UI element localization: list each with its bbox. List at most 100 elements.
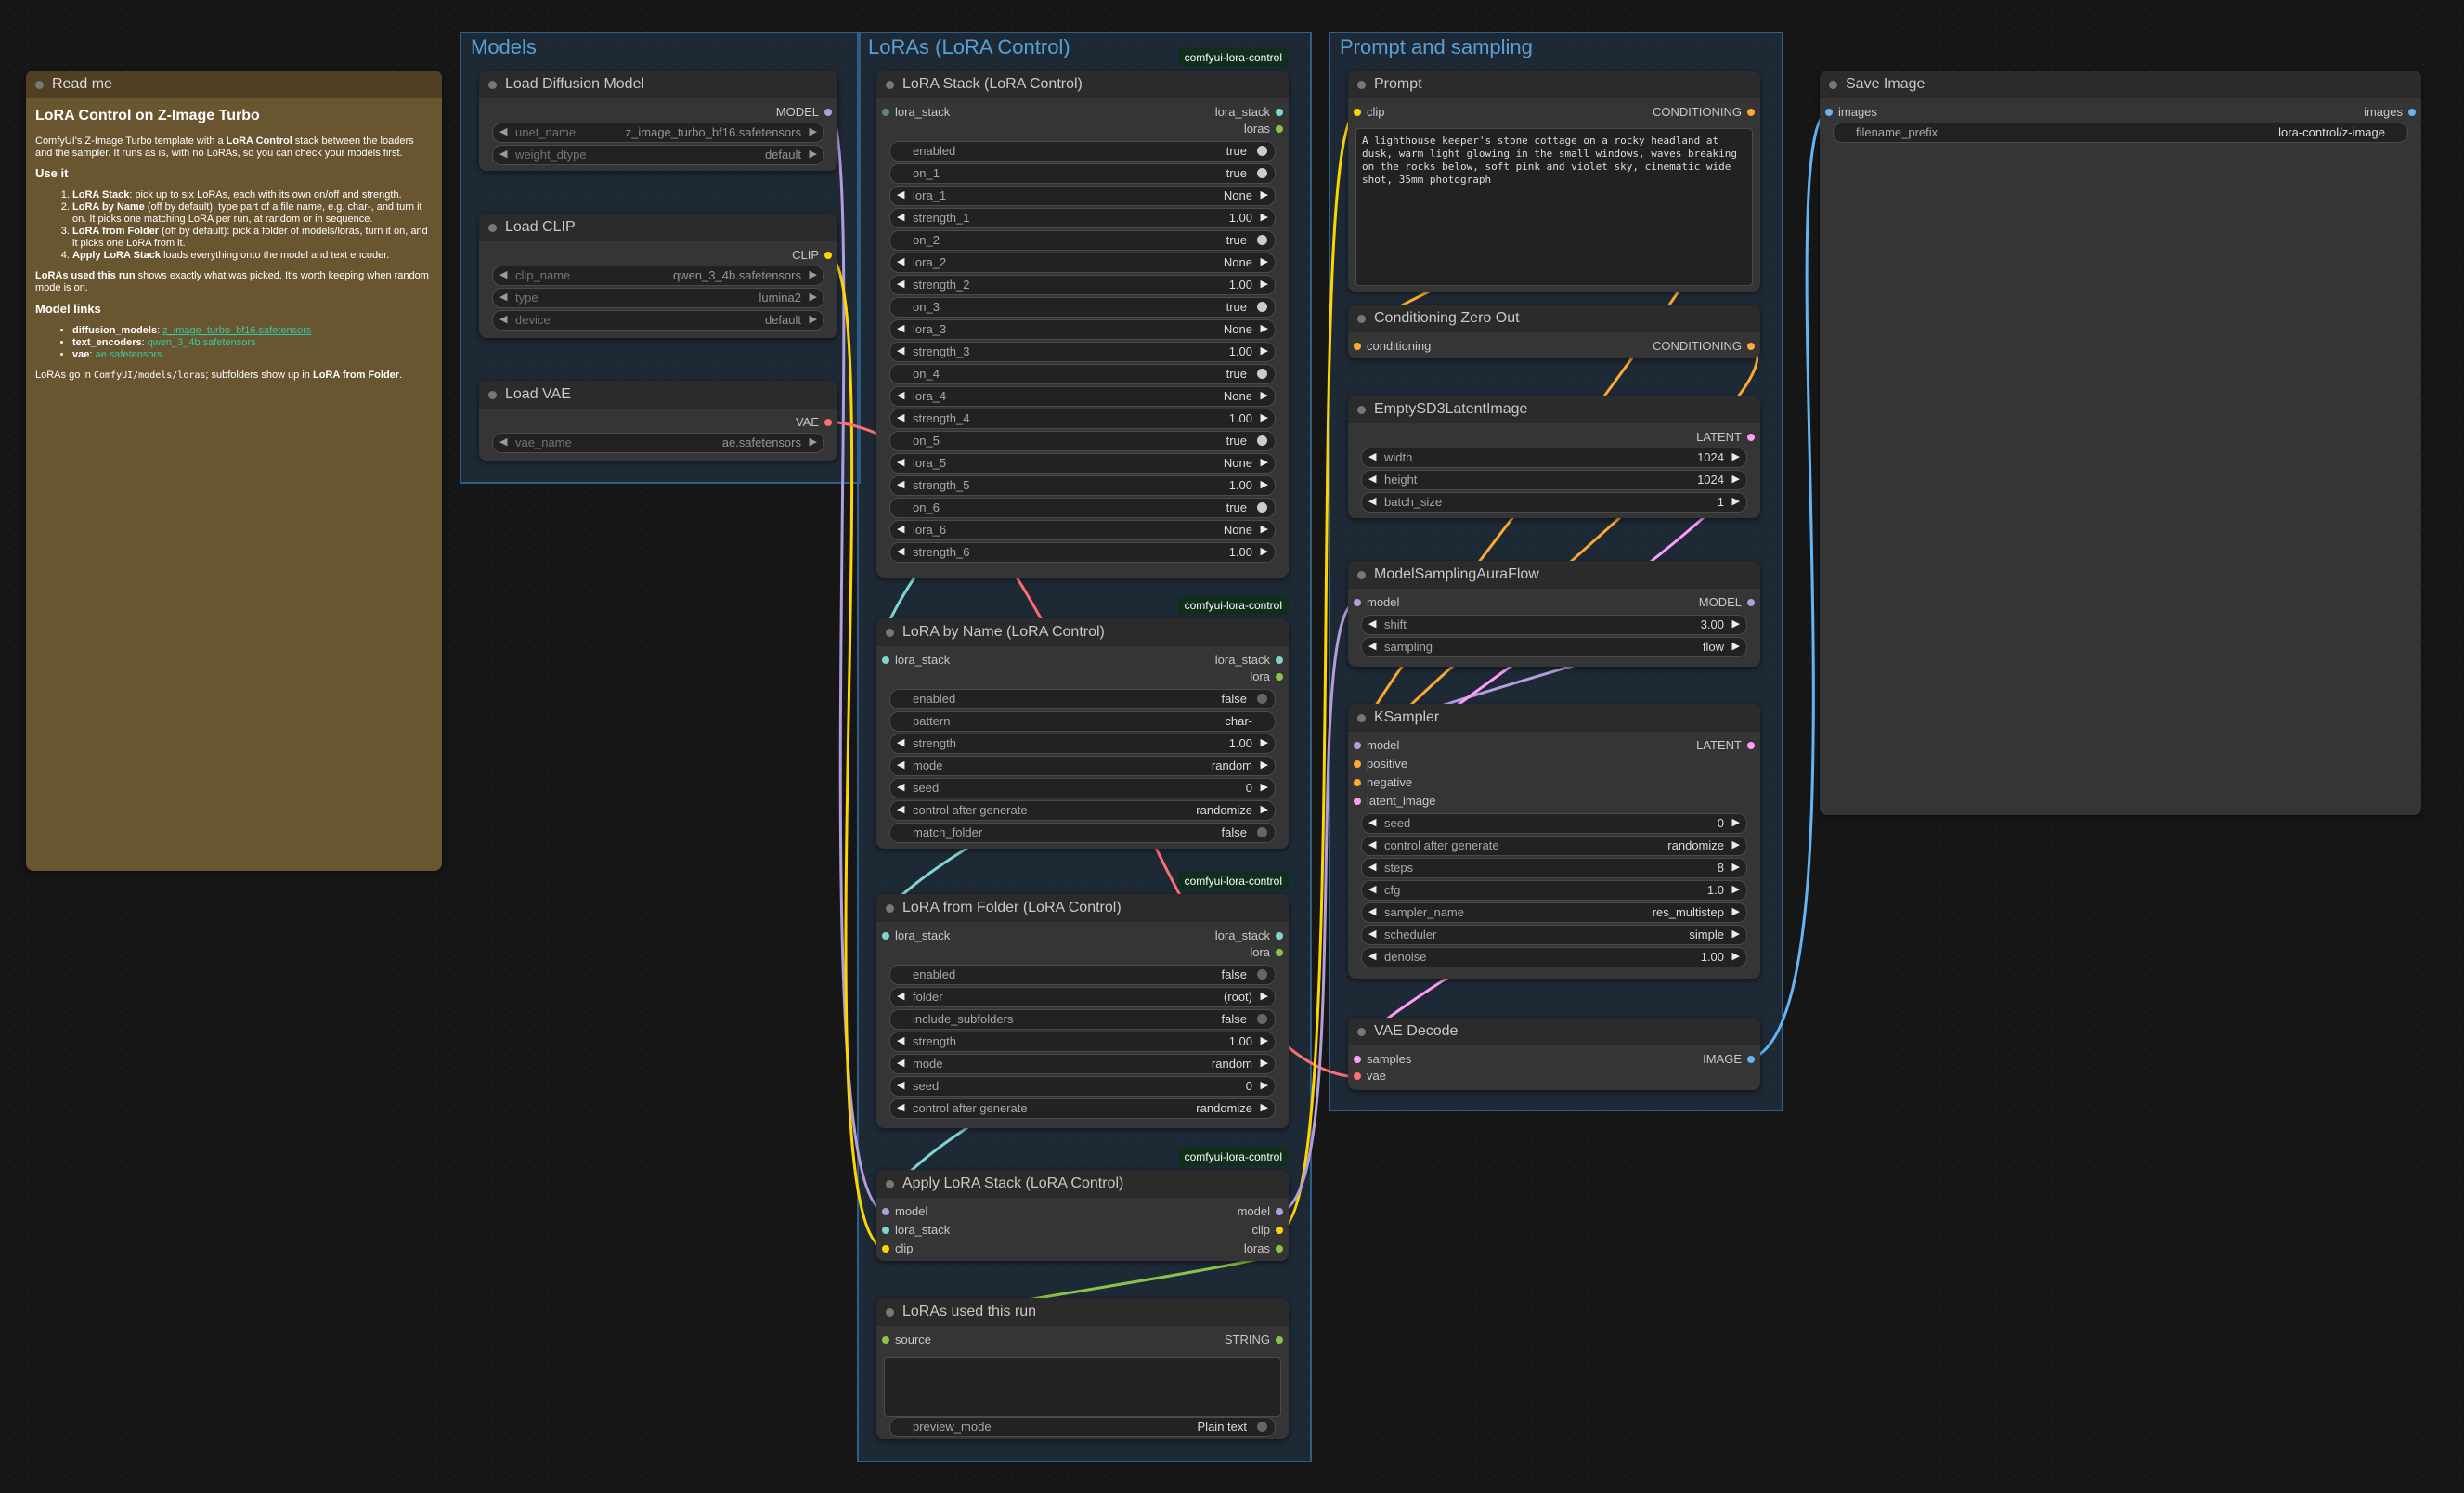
collapse-dot-icon[interactable] (1357, 714, 1366, 722)
widget-enabled[interactable]: enabled false (889, 965, 1276, 985)
widget-pattern[interactable]: pattern char- (889, 711, 1276, 732)
collapse-dot-icon[interactable] (1357, 315, 1366, 323)
widget-cfg[interactable]: ◀ cfg 1.0 ▶ (1361, 880, 1747, 901)
input-slot-lora-stack[interactable] (882, 656, 889, 664)
output-slot-string[interactable] (1276, 1336, 1283, 1344)
output-slot-images[interactable] (2408, 109, 2416, 116)
widget-seed[interactable]: ◀ seed 0 ▶ (1361, 813, 1747, 834)
output-slot-conditioning[interactable] (1747, 109, 1755, 116)
widget-strength-6[interactable]: ◀ strength_6 1.00 ▶ (889, 542, 1276, 563)
collapse-dot-icon[interactable] (886, 904, 894, 913)
output-slot-lora-stack[interactable] (1276, 932, 1283, 940)
output-slot-model[interactable] (1747, 599, 1755, 606)
input-slot-lora-stack[interactable] (882, 109, 889, 116)
output-slot-conditioning[interactable] (1747, 343, 1755, 350)
widget-folder[interactable]: ◀ folder (root) ▶ (889, 987, 1276, 1007)
widget-strength-3[interactable]: ◀ strength_3 1.00 ▶ (889, 342, 1276, 362)
input-slot-vae[interactable] (1354, 1072, 1361, 1080)
widget-on-2[interactable]: on_2 true (889, 230, 1276, 251)
input-slot-conditioning[interactable] (1354, 343, 1361, 350)
output-slot-loras[interactable] (1276, 125, 1283, 133)
collapse-dot-icon[interactable] (1829, 81, 1837, 89)
widget-control-after-generate[interactable]: ◀ control after generate randomize ▶ (889, 1098, 1276, 1119)
widget-type[interactable]: ◀ type lumina2 ▶ (492, 288, 824, 308)
widget-strength-5[interactable]: ◀ strength_5 1.00 ▶ (889, 475, 1276, 496)
collapse-dot-icon[interactable] (488, 81, 497, 89)
collapse-dot-icon[interactable] (35, 81, 44, 89)
widget-batch-size[interactable]: ◀ batch_size 1 ▶ (1361, 492, 1747, 513)
widget-seed[interactable]: ◀ seed 0 ▶ (889, 1076, 1276, 1097)
widget-include-subfolders[interactable]: include_subfolders false (889, 1009, 1276, 1030)
output-slot-clip[interactable] (1276, 1227, 1283, 1234)
widget-width[interactable]: ◀ width 1024 ▶ (1361, 448, 1747, 468)
widget-weight-dtype[interactable]: ◀ weight_dtype default ▶ (492, 145, 824, 165)
widget-on-1[interactable]: on_1 true (889, 163, 1276, 184)
input-slot-images[interactable] (1825, 109, 1833, 116)
widget-on-6[interactable]: on_6 true (889, 498, 1276, 518)
widget-lora-6[interactable]: ◀ lora_6 None ▶ (889, 520, 1276, 540)
collapse-dot-icon[interactable] (1357, 571, 1366, 579)
widget-height[interactable]: ◀ height 1024 ▶ (1361, 470, 1747, 490)
output-slot-lora[interactable] (1276, 673, 1283, 681)
node-apply-lora-stack[interactable]: comfyui-lora-control Apply LoRA Stack (L… (876, 1148, 1289, 1261)
input-slot-clip[interactable] (1354, 109, 1361, 116)
output-slot-model[interactable] (824, 109, 832, 116)
widget-strength-4[interactable]: ◀ strength_4 1.00 ▶ (889, 409, 1276, 429)
widget-strength[interactable]: ◀ strength 1.00 ▶ (889, 1032, 1276, 1052)
widget-lora-1[interactable]: ◀ lora_1 None ▶ (889, 186, 1276, 206)
output-slot-lora[interactable] (1276, 949, 1283, 956)
widget-unet-name[interactable]: ◀ unet_name z_image_turbo_bf16.safetensors… (492, 123, 824, 143)
node-load-diffusion-model[interactable]: Load Diffusion Model MODEL ◀ unet_name z_i… (479, 71, 837, 171)
widget-strength-2[interactable]: ◀ strength_2 1.00 ▶ (889, 275, 1276, 295)
node-load-clip[interactable]: Load CLIP CLIP ◀ clip_name qwen_3_4b.safet… (479, 214, 837, 338)
input-slot-model[interactable] (882, 1208, 889, 1215)
collapse-dot-icon[interactable] (886, 629, 894, 637)
widget-on-5[interactable]: on_5 true (889, 431, 1276, 451)
output-slot-clip[interactable] (824, 252, 832, 259)
preview-textarea[interactable] (884, 1357, 1281, 1417)
widget-lora-4[interactable]: ◀ lora_4 None ▶ (889, 386, 1276, 407)
node-vae-decode[interactable]: VAE Decode samples IMAGE vae (1348, 1018, 1760, 1090)
collapse-dot-icon[interactable] (488, 391, 497, 399)
widget-denoise[interactable]: ◀ denoise 1.00 ▶ (1361, 947, 1747, 967)
output-slot-lora-stack[interactable] (1276, 656, 1283, 664)
output-slot-vae[interactable] (824, 419, 832, 426)
widget-strength[interactable]: ◀ strength 1.00 ▶ (889, 734, 1276, 754)
node-lora-stack[interactable]: comfyui-lora-control LoRA Stack (LoRA Co… (876, 48, 1289, 578)
collapse-dot-icon[interactable] (1357, 81, 1366, 89)
widget-enabled[interactable]: enabled true (889, 141, 1276, 162)
model-link[interactable]: ae.safetensors (95, 349, 162, 360)
node-ksampler[interactable]: KSampler model LATENT positive negative … (1348, 704, 1760, 979)
widget-mode[interactable]: ◀ mode random ▶ (889, 756, 1276, 776)
input-slot-source[interactable] (882, 1336, 889, 1344)
widget-lora-2[interactable]: ◀ lora_2 None ▶ (889, 253, 1276, 273)
widget-seed[interactable]: ◀ seed 0 ▶ (889, 778, 1276, 798)
collapse-dot-icon[interactable] (886, 81, 894, 89)
model-link[interactable]: qwen_3_4b.safetensors (148, 337, 256, 348)
widget-sampler-name[interactable]: ◀ sampler_name res_multistep ▶ (1361, 902, 1747, 923)
output-slot-latent[interactable] (1747, 742, 1755, 749)
input-slot-model[interactable] (1354, 599, 1361, 606)
widget-strength-1[interactable]: ◀ strength_1 1.00 ▶ (889, 208, 1276, 228)
widget-vae-name[interactable]: ◀ vae_name ae.safetensors ▶ (492, 433, 824, 453)
collapse-dot-icon[interactable] (886, 1308, 894, 1317)
node-lora-from-folder[interactable]: comfyui-lora-control LoRA from Folder (L… (876, 872, 1289, 1128)
widget-on-3[interactable]: on_3 true (889, 297, 1276, 318)
input-slot-lora-stack[interactable] (882, 1227, 889, 1234)
widget-scheduler[interactable]: ◀ scheduler simple ▶ (1361, 925, 1747, 945)
input-slot-samples[interactable] (1354, 1056, 1361, 1063)
widget-preview-mode[interactable]: preview_mode Plain text (889, 1417, 1276, 1437)
collapse-dot-icon[interactable] (488, 224, 497, 232)
widget-mode[interactable]: ◀ mode random ▶ (889, 1054, 1276, 1074)
output-slot-image[interactable] (1747, 1056, 1755, 1063)
node-lora-by-name[interactable]: comfyui-lora-control LoRA by Name (LoRA … (876, 596, 1289, 849)
widget-control-after-generate[interactable]: ◀ control after generate randomize ▶ (1361, 836, 1747, 856)
model-link[interactable]: z_image_turbo_bf16.safetensors (162, 325, 311, 336)
node-empty-sd3-latent[interactable]: EmptySD3LatentImage LATENT ◀ width 1024 ▶ ◀… (1348, 396, 1760, 518)
node-save-image[interactable]: Save Image images images filename_prefix… (1820, 71, 2421, 815)
widget-shift[interactable]: ◀ shift 3.00 ▶ (1361, 615, 1747, 635)
collapse-dot-icon[interactable] (886, 1180, 894, 1188)
output-slot-model[interactable] (1276, 1208, 1283, 1215)
output-slot-latent[interactable] (1747, 434, 1755, 441)
widget-control-after-generate[interactable]: ◀ control after generate randomize ▶ (889, 800, 1276, 821)
